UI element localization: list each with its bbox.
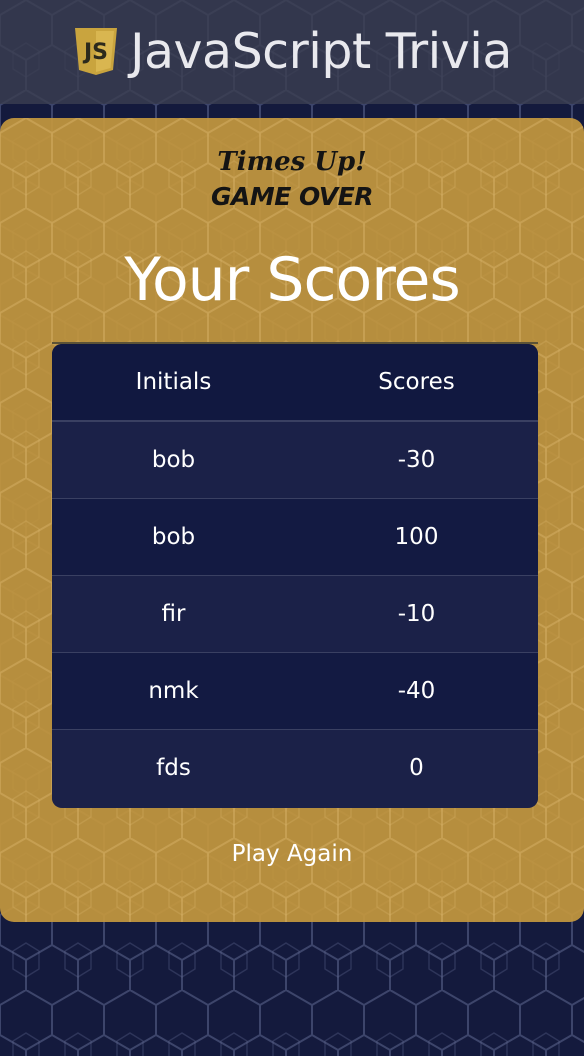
scores-table: Initials Scores bob -30 bob 100 fir -10 … bbox=[52, 344, 538, 808]
initials-cell: fir bbox=[161, 601, 186, 627]
table-row: fds 0 bbox=[52, 730, 538, 806]
score-cell: 0 bbox=[409, 755, 424, 781]
table-row: fir -10 bbox=[52, 576, 538, 653]
javascript-shield-logo-icon: JS bbox=[75, 28, 118, 75]
table-header-row: Initials Scores bbox=[52, 344, 538, 422]
column-header-scores: Scores bbox=[378, 369, 455, 395]
game-over-message: GAME OVER bbox=[210, 182, 374, 211]
initials-cell: fds bbox=[156, 755, 191, 781]
score-cell: 100 bbox=[394, 524, 439, 550]
times-up-message: Times Up! bbox=[217, 147, 367, 177]
table-row: nmk -40 bbox=[52, 653, 538, 730]
initials-cell: bob bbox=[151, 447, 196, 473]
score-cell: -40 bbox=[397, 678, 436, 704]
app-header: JS JavaScript Trivia bbox=[0, 0, 584, 104]
play-again-button[interactable]: Play Again bbox=[192, 834, 392, 874]
score-cell: -10 bbox=[397, 601, 436, 627]
scores-heading: Your Scores bbox=[124, 245, 460, 315]
app-title: JavaScript Trivia bbox=[130, 22, 512, 80]
header-brand: JS JavaScript Trivia bbox=[72, 23, 512, 80]
column-header-initials: Initials bbox=[135, 369, 212, 395]
initials-cell: bob bbox=[151, 524, 196, 550]
logo-lettering: JS bbox=[82, 40, 108, 65]
table-row: bob -30 bbox=[52, 422, 538, 499]
game-over-card: Times Up! GAME OVER Your Scores Initials… bbox=[0, 118, 584, 922]
initials-cell: nmk bbox=[148, 678, 199, 704]
table-row: bob 100 bbox=[52, 499, 538, 576]
score-cell: -30 bbox=[397, 447, 436, 473]
